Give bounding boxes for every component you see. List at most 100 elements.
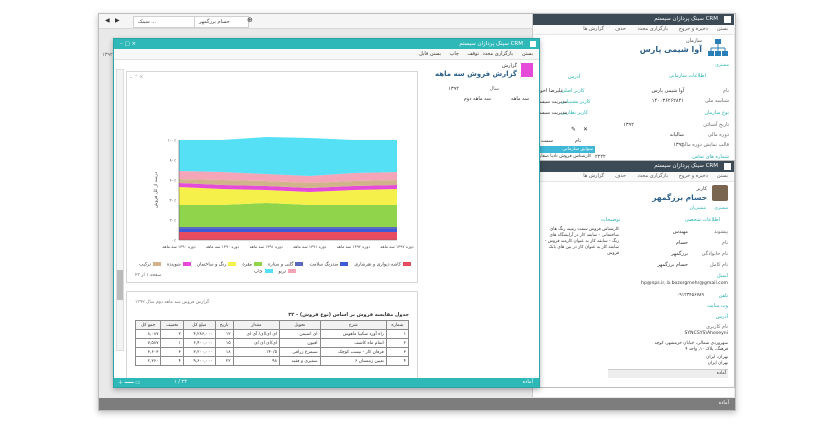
series-area (179, 203, 397, 227)
table-header-cell: مبلغ کل (182, 320, 216, 330)
field-value[interactable]: سالیانه (670, 132, 684, 138)
user-statusbar: آماده (608, 369, 728, 378)
email-value[interactable]: hp@nps.ir, b.bozorgmehr@gmail.com (641, 281, 728, 286)
address-text[interactable]: سهروردی شمالی، خیابان خرمشهر، کوچه فرهنگ… (648, 341, 728, 353)
table-row[interactable]: ۴ تعیین زمستان ۶ سفیری و فقیه ۹۸ ۲۲ ۹,۶۰۰,۰۰۰… (134, 356, 410, 366)
y-tick-label: ۲۰٪ (170, 218, 176, 223)
user-titlebar: سینک پردازان سیستم CRM (539, 161, 734, 172)
x-tick-label: دوره ۱۳۹۲ سه ماهه (380, 244, 413, 249)
legend-swatch (402, 261, 411, 266)
table-header-cell: مقدار (232, 320, 280, 330)
field-value[interactable]: مهندس (673, 229, 688, 235)
close-button[interactable]: بستن (522, 49, 533, 59)
table-cell: سفیری و فقیه (278, 356, 321, 366)
table-cell: ۲۲ (214, 356, 234, 366)
user-window-title: سینک پردازان سیستم CRM (654, 163, 718, 169)
forward-arrow-icon[interactable]: ▶ (115, 17, 120, 24)
main-user-link[interactable]: کاربر اصلی (561, 88, 585, 94)
outer-tab-2[interactable]: حسام برزگمهر (194, 16, 249, 28)
delete-button[interactable]: حذف (615, 172, 626, 181)
reports-button[interactable]: گزارش ها (583, 25, 604, 34)
table-row[interactable]: ۱ راه آورد شکیبا ماهوش ای اسیمن ای ای/ای/ آ… (134, 329, 410, 339)
legend-label: ترکیب (139, 262, 151, 267)
window-controls-icon[interactable]: – ▢ × (120, 39, 136, 49)
legend-swatch (228, 261, 237, 266)
table-cell: ۳,۶۰۳ (134, 347, 162, 357)
field-value[interactable]: ۱۴۰۰۳۶۲۶۲۸۴۱ (652, 98, 684, 104)
field-value[interactable]: ۱۳۹۲ (623, 122, 634, 128)
username-value[interactable]: SYNCSYS\Ahoseyni (684, 331, 728, 336)
new-tab-icon[interactable]: ⊕ (247, 16, 253, 24)
table-cell: ۱ (160, 338, 184, 348)
period-value[interactable]: سه ماهه (511, 96, 529, 102)
section2-header: گزارش فروش سه ماهه دوم سال ۱۳۹۲ (135, 300, 210, 305)
table-cell: ۳,۲۰۰,۰۰۰ (182, 347, 216, 357)
vertical-scrollbar[interactable] (116, 69, 124, 351)
period-label: سه ماهه دوم (463, 96, 491, 102)
grid-delete-icon[interactable]: ✕ (583, 126, 588, 133)
field-label: نام خانوادگی (701, 251, 728, 257)
user-tag-1[interactable]: مشتری (714, 206, 728, 211)
section-address: آدرس (568, 74, 581, 80)
table-cell: تعیین زمستان ۶ (319, 356, 387, 366)
save-exit-button[interactable]: ذخیره و خروج (679, 25, 708, 34)
pagination[interactable]: ۱ / ۲۳ (174, 379, 187, 385)
app-icon (530, 41, 536, 47)
reload-button[interactable]: بازگزاری مجدد (482, 49, 513, 59)
entity-tag[interactable]: مشتری (715, 63, 729, 68)
address-label: آدرس (715, 314, 728, 320)
grid-cell: کارشناس فروش (559, 154, 592, 159)
report-status-text: آماده (522, 379, 533, 385)
table-cell: ۷,۵۸۷ (134, 338, 162, 348)
y-tick-label: ۰٪ (172, 238, 176, 243)
report-title: گزارش فروش سه ماهه (435, 70, 517, 78)
table-cell: ۴,۲۸۶,۰۰۰ (182, 329, 216, 339)
report-window: سینک پردازان سیستم CRM – ▢ × بستن بازگزا… (113, 38, 540, 388)
report-window-title: سینک پردازان سیستم CRM (459, 41, 523, 47)
x-tick-label: دوره ۱۳۹۰ سه ماهه (162, 244, 195, 249)
year-value[interactable]: ۱۳۹۲ (448, 86, 459, 92)
field-value[interactable]: آوا شیمی پارس (651, 88, 684, 94)
grid-row[interactable]: کارشناس فروش نادیا صفار (535, 154, 591, 159)
notes-text[interactable]: کارشناس فروش سمت زمینه رنگ های ساختمانی … (541, 227, 619, 257)
legend-item: رنگ و ساختمان (197, 261, 237, 267)
legend-item: کاشه دیواری و نقرشاری (354, 261, 411, 267)
field-value[interactable]: برزگمهر (671, 251, 688, 257)
stop-button[interactable]: توقف (467, 49, 479, 59)
user-tag-2[interactable]: مشتریان (690, 206, 706, 211)
user-role: کاربر (696, 186, 707, 192)
scrollbar-thumb[interactable] (117, 270, 123, 300)
zoom-icon[interactable]: ＋ ━━━ ▭ (118, 379, 140, 386)
entity-name: آوا شیمی پارس (639, 45, 702, 54)
save-exit-button[interactable]: ذخیره و خروج (679, 172, 708, 181)
grid-col-name: نام (575, 138, 582, 144)
close-button[interactable]: بستن (717, 172, 728, 181)
table-row[interactable]: ۲ اتمام ماه کاشف افیون ای/ای ای ای ۱۵ ۶,۴۰۰,۰… (134, 338, 410, 348)
phone-value[interactable]: ۰۹۱۲۳۴۵۶۷۸۹ (677, 293, 704, 298)
grid-edit-icon[interactable]: ✎ (571, 126, 576, 133)
app-icon (724, 163, 731, 170)
field-value[interactable]: حسام برزگمهر (657, 262, 688, 268)
reload-button[interactable]: بازگزاری مجدد (637, 172, 668, 181)
close-file-button[interactable]: بستن فایل (419, 49, 441, 59)
table-row[interactable]: ۳ فرقان کار - نیسب کوچک سیمرغ زرافی ۱۴۰/۵ ۱۸… (134, 347, 410, 357)
print-button[interactable]: چاپ (450, 49, 459, 59)
section-personal: اطلاعات شخصی (684, 217, 720, 223)
legend-item: ضدزنگ سلامت (309, 261, 349, 267)
legend-label: ضدزنگ سلامت (309, 262, 339, 267)
table-header-cell: تخفیف (160, 320, 184, 330)
field-value[interactable]: حسام (676, 240, 688, 246)
table-cell: ۳ (160, 347, 184, 357)
back-arrow-icon[interactable]: ◀ (105, 17, 110, 24)
table-header-cell: تحویل (278, 320, 321, 330)
grid-tab[interactable]: سوابق سازمانی (535, 146, 595, 153)
series-area (179, 232, 397, 240)
delete-button[interactable]: حذف (615, 25, 626, 34)
reports-button[interactable]: گزارش ها (583, 172, 604, 181)
field-value[interactable]: ۱۳۹۲ (673, 142, 684, 148)
year-field: سال (490, 86, 499, 92)
outer-tab-1[interactable]: سینک ... (133, 16, 198, 28)
table-cell: راه آورد شکیبا ماهوش (319, 329, 387, 339)
close-button[interactable]: بستن (717, 25, 728, 34)
reload-button[interactable]: بازگزاری مجدد (637, 25, 668, 34)
